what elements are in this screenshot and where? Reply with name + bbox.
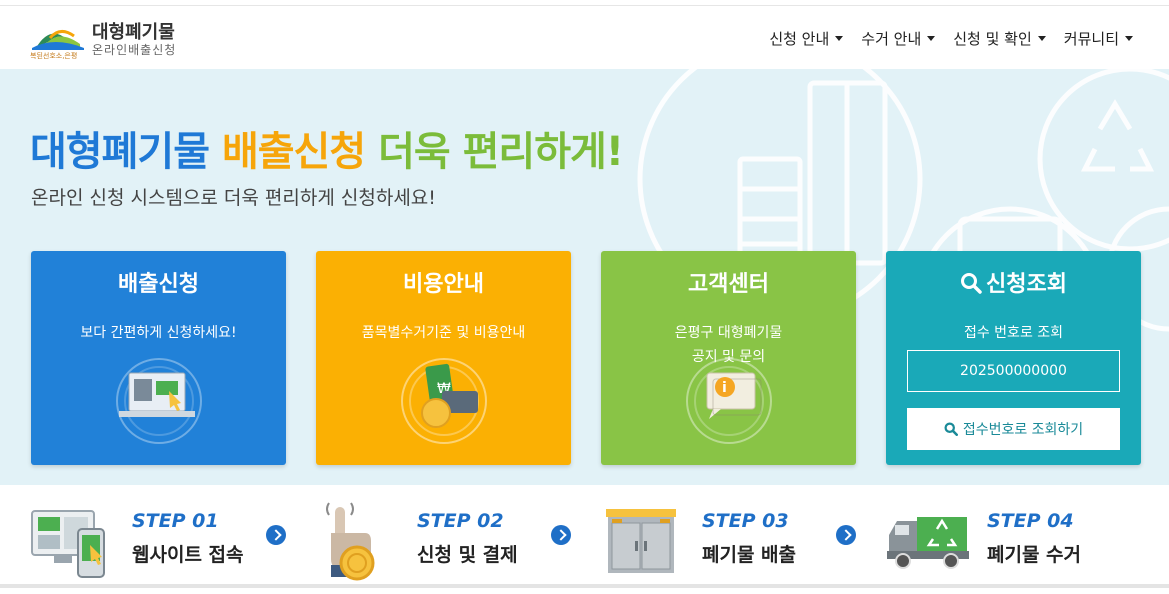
- cabinet-icon: [606, 509, 676, 573]
- nav-label: 신청 및 확인: [953, 30, 1032, 48]
- info-chat-icon: i: [686, 358, 772, 444]
- card-cost-guide[interactable]: 비용안내 품목별수거기준 및 비용안내 ₩: [316, 251, 571, 465]
- card-desc: 보다 간편하게 신청하세요!: [80, 325, 237, 341]
- hero-title-part3: 더욱 편리하게!: [378, 129, 624, 175]
- recycle-truck-icon: [887, 517, 969, 569]
- step-number: STEP 04: [987, 510, 1074, 532]
- card-desc-line1: 은평구 대형폐기물: [674, 325, 783, 341]
- lookup-button[interactable]: 접수번호로 조회하기: [907, 408, 1120, 450]
- hero-title-part1: 대형폐기물: [30, 129, 210, 175]
- logo-subtitle: 온라인배출신청: [92, 43, 177, 57]
- step-label: 웹사이트 접속: [132, 544, 244, 566]
- caret-down-icon: [927, 36, 936, 41]
- laptop-icon: [116, 358, 202, 444]
- step-label: 폐기물 수거: [987, 544, 1082, 566]
- touch-coin-icon: [326, 502, 375, 581]
- hero-title-part2: 배출신청: [221, 129, 366, 175]
- nav-collection-guide[interactable]: 수거 안내: [861, 28, 936, 49]
- chevron-right-icon: [836, 525, 856, 545]
- step-4: STEP 04 폐기물 수거: [885, 485, 1169, 588]
- card-title: 고객센터: [688, 272, 769, 297]
- receipt-number-input[interactable]: [907, 350, 1120, 392]
- search-icon: [944, 422, 958, 436]
- hero-title: 대형폐기물 배출신청 더욱 편리하게!: [30, 119, 624, 177]
- svg-text:i: i: [722, 380, 727, 396]
- lookup-button-label: 접수번호로 조회하기: [962, 422, 1084, 438]
- card-desc: 품목별수거기준 및 비용안내: [361, 325, 526, 341]
- logo-slogan: 복된선호소,은평: [30, 52, 78, 60]
- card-apply[interactable]: 배출신청 보다 간편하게 신청하세요!: [31, 251, 286, 465]
- card-title-row: 신청조회: [886, 266, 1141, 298]
- card-desc: 접수 번호로 조회: [963, 325, 1064, 341]
- hero-subtitle: 온라인 신청 시스템으로 더욱 편리하게 신청하세요!: [31, 187, 436, 209]
- step-label: 신청 및 결제: [417, 544, 518, 566]
- card-customer-center[interactable]: 고객센터 은평구 대형폐기물 공지 및 문의 i: [601, 251, 856, 465]
- chevron-right-icon: [266, 525, 286, 545]
- card-title: 비용안내: [403, 272, 484, 297]
- step-3: STEP 03 폐기물 배출: [600, 485, 885, 588]
- caret-down-icon: [1037, 36, 1046, 41]
- chevron-right-icon: [551, 525, 571, 545]
- main-nav: 신청 안내 수거 안내 신청 및 확인 커뮤니티: [769, 28, 1133, 49]
- nav-label: 수거 안내: [861, 30, 922, 48]
- card-lookup: 신청조회 접수 번호로 조회 접수번호로 조회하기: [886, 251, 1141, 465]
- money-icon: ₩: [401, 358, 487, 444]
- step-2: STEP 02 신청 및 결제: [315, 485, 600, 588]
- nav-apply-check[interactable]: 신청 및 확인: [953, 28, 1046, 49]
- nav-label: 신청 안내: [769, 30, 830, 48]
- computer-phone-icon: [31, 510, 105, 578]
- nav-apply-guide[interactable]: 신청 안내: [769, 28, 844, 49]
- step-number: STEP 03: [702, 510, 789, 532]
- step-1: STEP 01 웹사이트 접속: [30, 485, 315, 588]
- hero-section: 대형폐기물 배출신청 더욱 편리하게! 온라인 신청 시스템으로 더욱 편리하게…: [0, 69, 1169, 485]
- nav-community[interactable]: 커뮤니티: [1064, 28, 1133, 49]
- step-number: STEP 01: [132, 510, 219, 532]
- caret-down-icon: [835, 36, 844, 41]
- step-number: STEP 02: [417, 510, 504, 532]
- nav-label: 커뮤니티: [1063, 30, 1119, 48]
- site-header: 복된선호소,은평 대형폐기물 온라인배출신청 신청 안내 수거 안내 신청 및 …: [0, 5, 1169, 69]
- card-title: 배출신청: [118, 272, 199, 297]
- steps-section: STEP 01 웹사이트 접속 STEP 02 신청 및 결제 STEP 03: [0, 485, 1169, 588]
- step-label: 폐기물 배출: [702, 544, 797, 566]
- search-icon: [961, 273, 982, 294]
- card-title: 신청조회: [986, 272, 1067, 297]
- caret-down-icon: [1125, 36, 1133, 41]
- site-logo[interactable]: 복된선호소,은평 대형폐기물 온라인배출신청: [30, 18, 190, 62]
